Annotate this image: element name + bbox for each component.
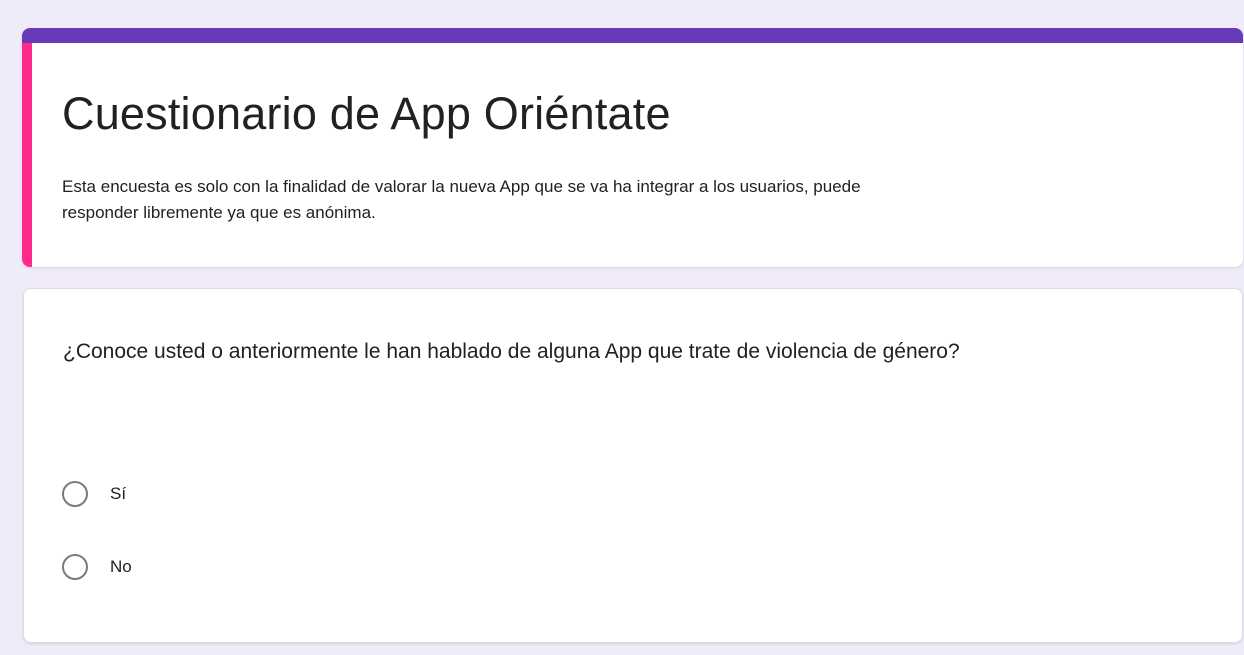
radio-option-si[interactable]: Sí xyxy=(62,478,126,510)
form-description: Esta encuesta es solo con la finalidad d… xyxy=(62,177,861,222)
form-title: Cuestionario de App Oriéntate xyxy=(62,88,671,139)
option-label: No xyxy=(110,557,132,576)
header-focus-indicator xyxy=(22,43,32,267)
radio-button-icon[interactable] xyxy=(62,554,88,580)
form-header-card: Cuestionario de App Oriéntate Esta encue… xyxy=(22,28,1243,267)
radio-button-icon[interactable] xyxy=(62,481,88,507)
radio-option-no[interactable]: No xyxy=(62,551,132,583)
header-accent-bar xyxy=(22,28,1243,43)
question-title: ¿Conoce usted o anteriormente le han hab… xyxy=(63,340,960,363)
question-card: ¿Conoce usted o anteriormente le han hab… xyxy=(23,288,1243,643)
option-label: Sí xyxy=(110,484,127,503)
